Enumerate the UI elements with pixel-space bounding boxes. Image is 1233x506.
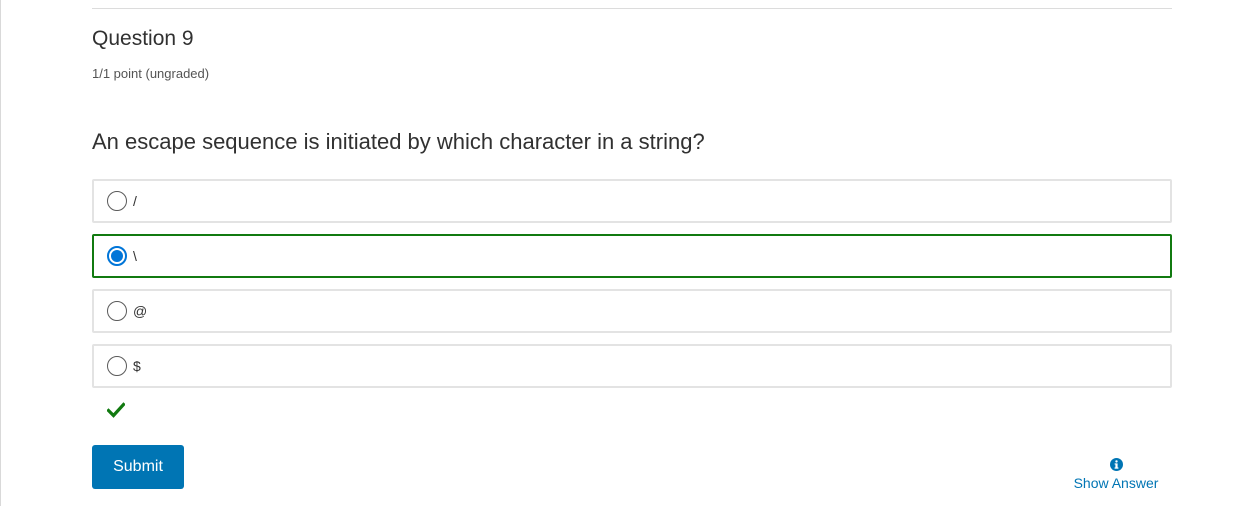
option-label: / [133,193,137,209]
checkmark-icon [107,402,125,418]
radio-button[interactable] [107,301,127,321]
radio-button[interactable] [107,191,127,211]
question-points: 1/1 point (ungraded) [92,66,210,81]
radio-dot [111,250,123,262]
radio-button[interactable] [107,356,127,376]
info-icon [1109,458,1123,471]
show-answer-label: Show Answer [1073,475,1159,491]
option-backslash[interactable]: \ [92,234,1172,278]
option-label: \ [133,248,137,264]
option-at[interactable]: @ [92,289,1172,333]
question-title: Question 9 [92,27,194,50]
show-answer-button[interactable]: Show Answer [1060,458,1172,491]
submit-button[interactable]: Submit [92,445,184,489]
option-dollar[interactable]: $ [92,344,1172,388]
question-text: An escape sequence is initiated by which… [92,129,705,154]
option-label: $ [133,358,141,374]
radio-button-checked[interactable] [107,246,127,266]
page-left-border [0,0,1,506]
answer-options: / \ @ $ [92,179,1172,399]
option-slash[interactable]: / [92,179,1172,223]
option-label: @ [133,303,148,319]
top-divider [92,8,1172,9]
